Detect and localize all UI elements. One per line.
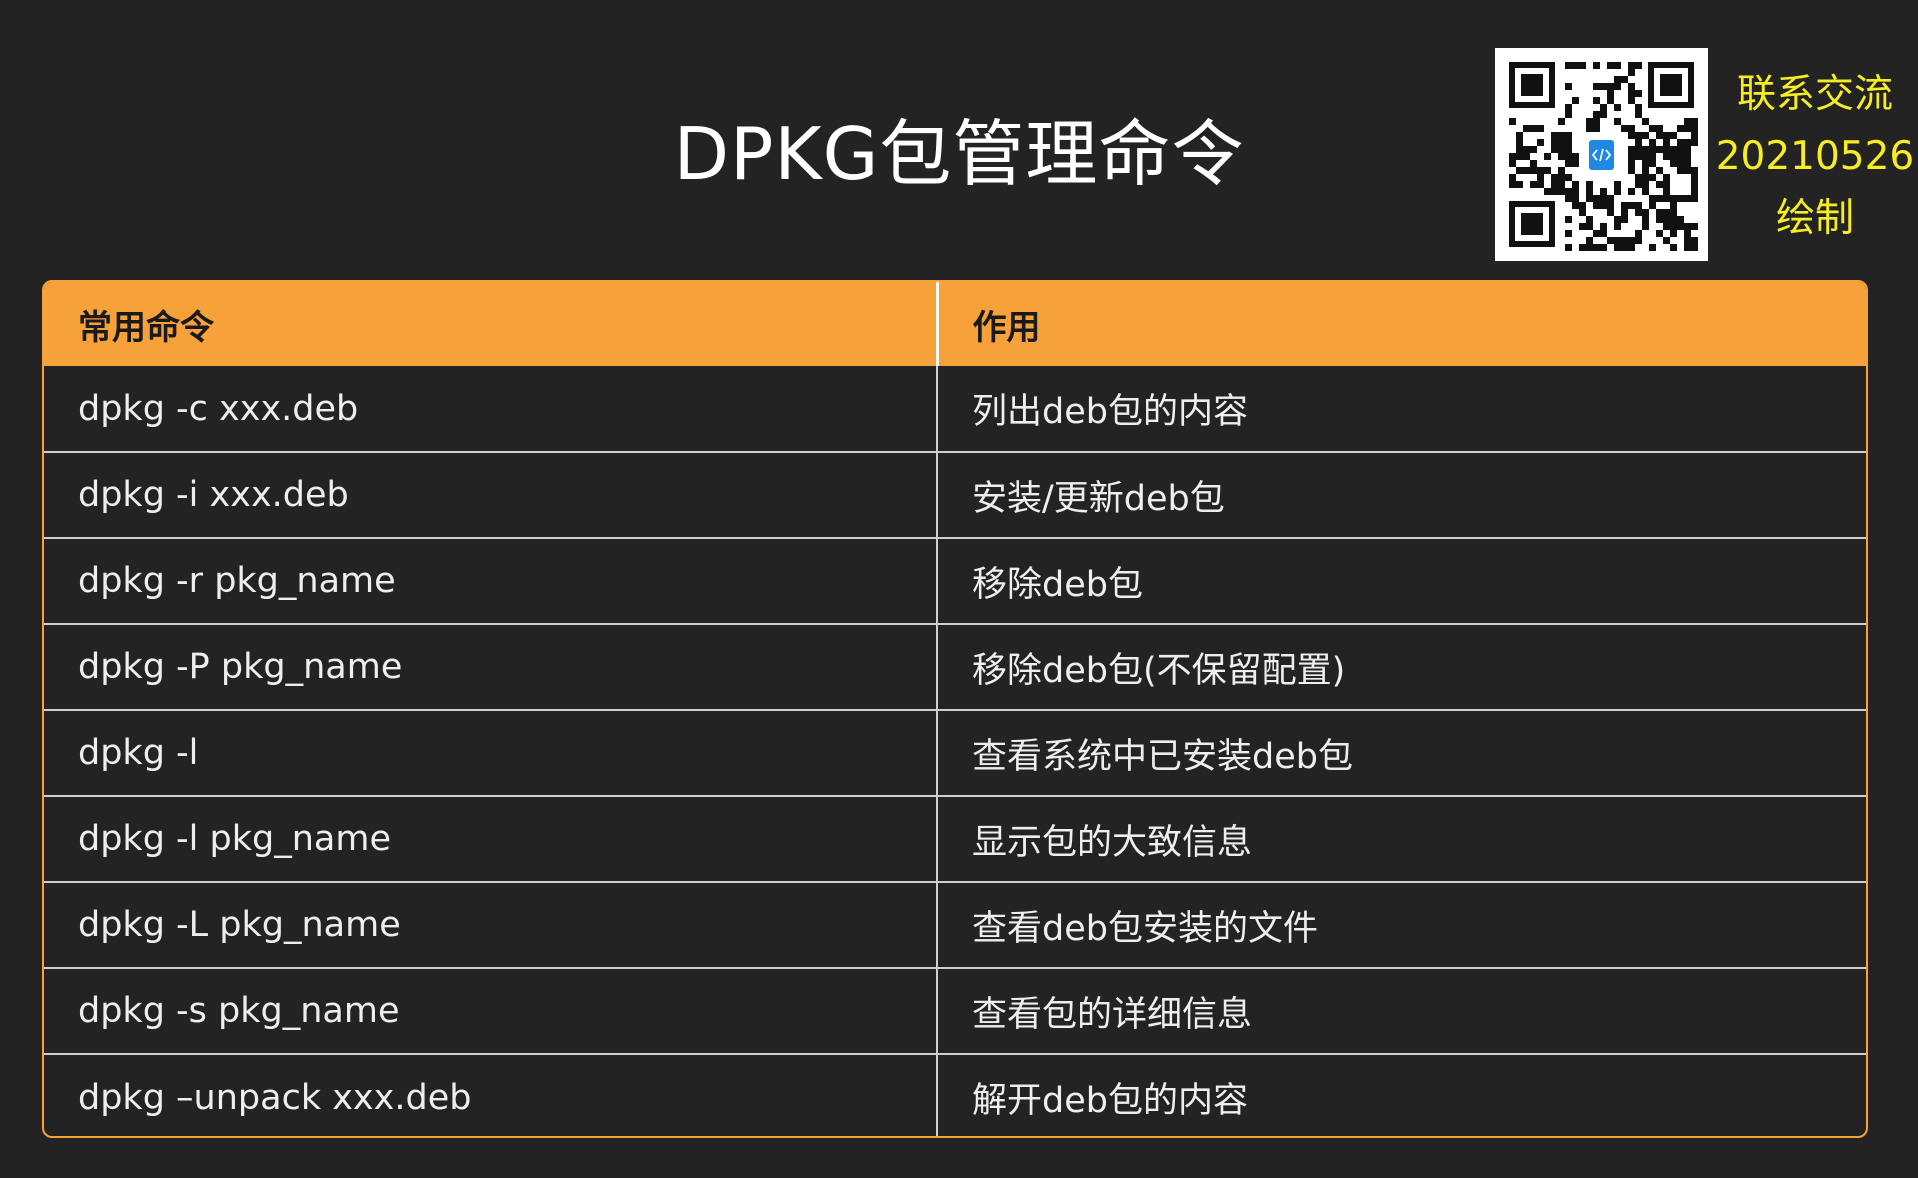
table-row: dpkg -s pkg_name 查看包的详细信息	[44, 967, 1866, 1054]
command-cell: dpkg –unpack xxx.deb	[44, 1053, 938, 1136]
table-row: dpkg -l 查看系统中已安装deb包	[44, 709, 1866, 796]
table-row: dpkg -i xxx.deb 安装/更新deb包	[44, 451, 1866, 538]
header-description: 作用	[937, 282, 1866, 366]
command-cell: dpkg -s pkg_name	[44, 967, 938, 1054]
description-cell: 查看包的详细信息	[937, 967, 1866, 1054]
table-row: dpkg -P pkg_name 移除deb包(不保留配置)	[44, 623, 1866, 710]
description-cell: 移除deb包(不保留配置)	[937, 623, 1866, 710]
description-cell: 查看deb包安装的文件	[937, 881, 1866, 968]
contact-note: 联系交流 20210526 绘制	[1712, 64, 1918, 250]
table-row: dpkg -l pkg_name 显示包的大致信息	[44, 795, 1866, 882]
command-cell: dpkg -i xxx.deb	[44, 451, 938, 538]
description-cell: 显示包的大致信息	[937, 795, 1866, 882]
table-header-row: 常用命令 作用	[44, 282, 1866, 366]
description-cell: 查看系统中已安装deb包	[937, 709, 1866, 796]
code-file-icon	[1589, 140, 1614, 170]
description-cell: 安装/更新deb包	[937, 451, 1866, 538]
table-row: dpkg -r pkg_name 移除deb包	[44, 537, 1866, 624]
header-command: 常用命令	[44, 282, 939, 366]
qr-code-image	[1495, 48, 1708, 261]
contact-line-3: 绘制	[1775, 196, 1854, 241]
command-cell: dpkg -L pkg_name	[44, 881, 938, 968]
table-row: dpkg -L pkg_name 查看deb包安装的文件	[44, 881, 1866, 968]
command-cell: dpkg -r pkg_name	[44, 537, 938, 624]
contact-line-1: 联系交流	[1736, 72, 1893, 117]
command-cell: dpkg -l pkg_name	[44, 795, 938, 882]
table-row: dpkg -c xxx.deb 列出deb包的内容	[44, 366, 1866, 452]
description-cell: 列出deb包的内容	[972, 392, 1248, 432]
command-cell: dpkg -P pkg_name	[44, 623, 938, 710]
table-row: dpkg –unpack xxx.deb 解开deb包的内容	[44, 1053, 1866, 1136]
command-cell: dpkg -c xxx.deb	[44, 366, 938, 452]
command-table: 常用命令 作用 dpkg -c xxx.deb 列出deb包的内容 dpkg -…	[42, 280, 1868, 1138]
description-cell: 移除deb包	[937, 537, 1866, 624]
qr-code	[1495, 48, 1708, 261]
contact-line-2: 20210526	[1715, 134, 1915, 179]
command-cell: dpkg -l	[44, 709, 938, 796]
description-cell: 解开deb包的内容	[937, 1053, 1866, 1136]
